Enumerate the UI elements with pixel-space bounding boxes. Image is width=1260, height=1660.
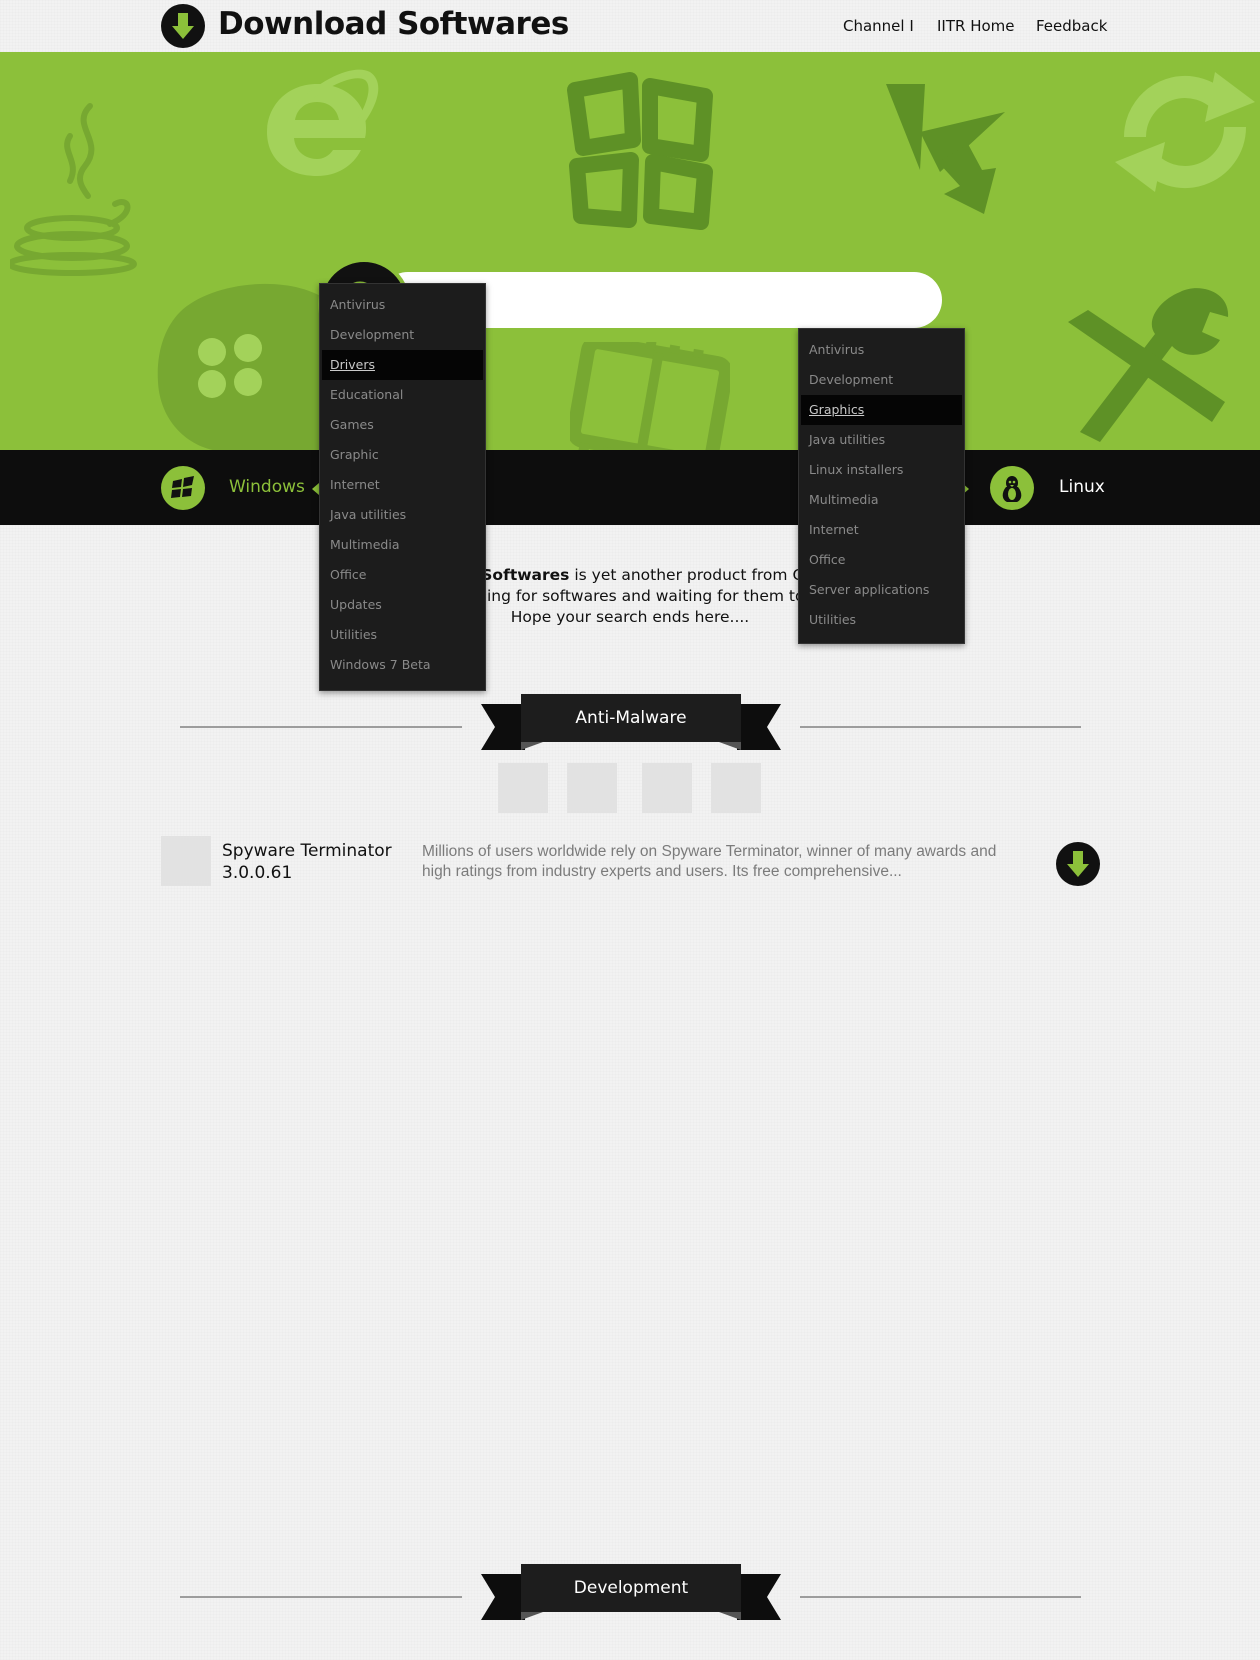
windows-menu-item[interactable]: Office: [322, 560, 483, 590]
windows-menu-item[interactable]: Graphic: [322, 440, 483, 470]
windows-menu-pointer: [312, 483, 319, 495]
nav-iitr-home[interactable]: IITR Home: [937, 17, 1015, 35]
software-description: Millions of users worldwide rely on Spyw…: [422, 843, 997, 880]
linux-menu-item[interactable]: Office: [801, 545, 962, 575]
film-strip-icon: [570, 342, 730, 450]
windows-menu-item[interactable]: Games: [322, 410, 483, 440]
download-logo-icon[interactable]: [161, 4, 205, 48]
windows-menu-item[interactable]: Educational: [322, 380, 483, 410]
featured-thumbnail[interactable]: [567, 763, 617, 813]
download-arrow-icon: [1067, 851, 1089, 877]
windows-menu-item[interactable]: Java utilities: [322, 500, 483, 530]
linux-category-menu: Antivirus Development Graphics Java util…: [798, 328, 965, 644]
internet-explorer-icon: [267, 69, 379, 176]
windows-category-menu: Antivirus Development Drivers Educationa…: [319, 283, 486, 691]
section-divider-left: [180, 1596, 462, 1598]
windows-menu-item[interactable]: Windows 7 Beta: [322, 650, 483, 680]
windows-menu-item[interactable]: Antivirus: [322, 290, 483, 320]
linux-menu-item-active[interactable]: Graphics: [801, 395, 962, 425]
site-header: Download Softwares Channel I IITR Home F…: [0, 0, 1260, 52]
windows-tab[interactable]: Windows: [229, 477, 305, 497]
java-cup-icon: [10, 103, 137, 276]
featured-thumbnail[interactable]: [711, 763, 761, 813]
linux-menu-item[interactable]: Server applications: [801, 575, 962, 605]
software-title[interactable]: Spyware Terminator 3.0.0.61: [222, 840, 392, 884]
linux-menu-item[interactable]: Antivirus: [801, 335, 962, 365]
windows-logo-icon[interactable]: [161, 466, 205, 510]
update-refresh-icon: [1115, 72, 1255, 192]
k-lite-codec-icon: [886, 84, 1005, 214]
windows-menu-item-active[interactable]: Drivers: [322, 350, 483, 380]
section-banner-development: Development: [481, 1564, 781, 1626]
linux-menu-item[interactable]: Linux installers: [801, 455, 962, 485]
linux-menu-item[interactable]: Development: [801, 365, 962, 395]
platform-bar: Windows Linux: [0, 450, 1260, 525]
windows-menu-item[interactable]: Utilities: [322, 620, 483, 650]
linux-menu-item[interactable]: Multimedia: [801, 485, 962, 515]
linux-tab[interactable]: Linux: [1059, 477, 1105, 497]
office-logo-icon: [567, 72, 713, 230]
software-name[interactable]: Spyware Terminator: [222, 840, 392, 862]
section-divider-right: [800, 726, 1081, 728]
software-thumbnail[interactable]: [161, 836, 211, 886]
section-divider-left: [180, 726, 462, 728]
section-title: Anti-Malware: [521, 694, 741, 742]
tools-wrench-screwdriver-icon: [1068, 288, 1229, 442]
windows-menu-item[interactable]: Internet: [322, 470, 483, 500]
featured-thumbnail[interactable]: [498, 763, 548, 813]
section-banner-anti-malware: Anti-Malware: [481, 694, 781, 756]
tux-penguin-icon[interactable]: [990, 466, 1034, 510]
download-button[interactable]: [1056, 842, 1100, 886]
linux-menu-item[interactable]: Java utilities: [801, 425, 962, 455]
software-version: 3.0.0.61: [222, 863, 293, 883]
windows-menu-item[interactable]: Development: [322, 320, 483, 350]
linux-menu-item[interactable]: Utilities: [801, 605, 962, 635]
hero-banner: [0, 52, 1260, 450]
section-divider-right: [800, 1596, 1081, 1598]
section-title: Development: [521, 1564, 741, 1612]
site-title[interactable]: Download Softwares: [218, 6, 569, 42]
featured-thumbnail[interactable]: [642, 763, 692, 813]
linux-menu-item[interactable]: Internet: [801, 515, 962, 545]
windows-menu-item[interactable]: Multimedia: [322, 530, 483, 560]
nav-feedback[interactable]: Feedback: [1036, 17, 1107, 35]
windows-menu-item[interactable]: Updates: [322, 590, 483, 620]
nav-channel-i[interactable]: Channel I: [843, 17, 914, 35]
